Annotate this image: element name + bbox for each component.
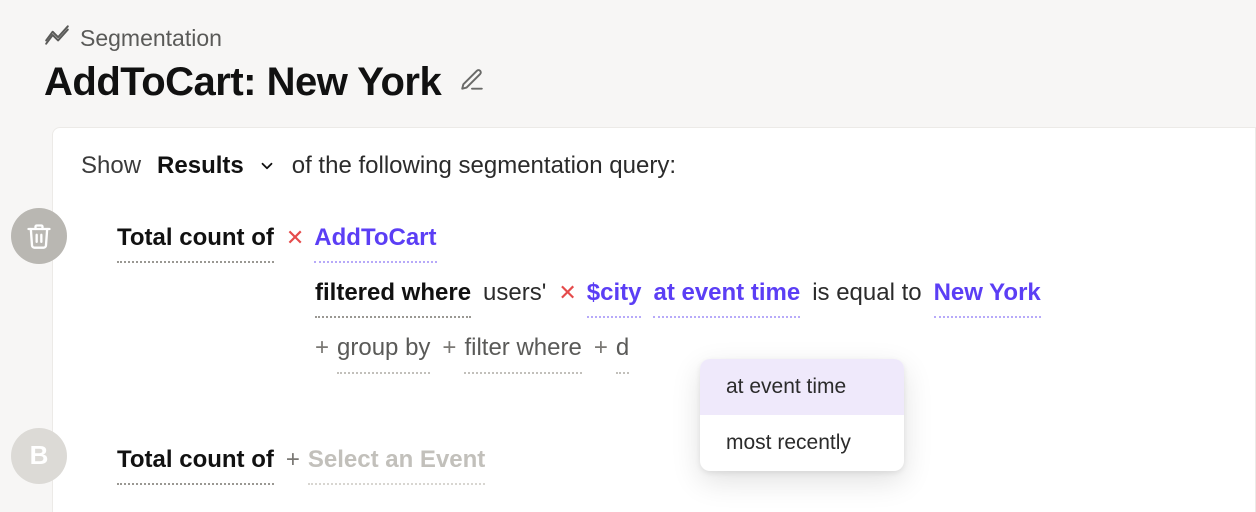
query-b: B Total count of + Select an Event <box>81 438 1227 485</box>
query-panel: Show Results of the following segmentati… <box>52 127 1256 512</box>
plus-icon: + <box>315 326 329 369</box>
remove-property-button[interactable]: ✕ <box>558 273 576 313</box>
dropdown-option-at-event-time[interactable]: at event time <box>700 359 904 415</box>
add-truncated-button[interactable]: d <box>616 326 629 373</box>
show-tail: of the following segmentation query: <box>292 152 676 180</box>
remove-event-button[interactable]: ✕ <box>286 218 304 258</box>
value-select[interactable]: New York <box>934 271 1041 318</box>
event-select[interactable]: AddToCart <box>314 216 436 263</box>
filtered-where-label[interactable]: filtered where <box>315 271 471 318</box>
chevron-down-icon <box>258 157 276 175</box>
add-filter-where-button[interactable]: filter where <box>464 326 581 373</box>
delete-query-a-button[interactable] <box>11 208 67 264</box>
breadcrumb[interactable]: Segmentation <box>44 22 1256 54</box>
results-select[interactable]: Results <box>157 152 276 180</box>
results-select-value: Results <box>157 152 244 180</box>
property-select[interactable]: $city <box>587 271 642 318</box>
comparator-label: is equal to <box>812 271 921 314</box>
query-b-badge: B <box>11 428 67 484</box>
breadcrumb-label: Segmentation <box>80 25 222 52</box>
plus-icon: + <box>594 326 608 369</box>
plus-icon: + <box>286 438 300 481</box>
plus-icon: + <box>442 326 456 369</box>
time-scope-dropdown: at event time most recently <box>700 359 904 471</box>
metric-select-b[interactable]: Total count of <box>117 438 274 485</box>
users-label: users' <box>483 271 546 314</box>
dropdown-option-most-recently[interactable]: most recently <box>700 415 904 471</box>
page-title: AddToCart: New York <box>44 60 441 105</box>
add-group-by-button[interactable]: group by <box>337 326 430 373</box>
metric-select[interactable]: Total count of <box>117 216 274 263</box>
select-event-placeholder[interactable]: Select an Event <box>308 438 485 485</box>
edit-title-button[interactable] <box>459 67 485 98</box>
segmentation-icon <box>44 22 70 54</box>
show-label: Show <box>81 152 141 180</box>
time-scope-select[interactable]: at event time <box>653 271 800 318</box>
query-a: Total count of ✕ AddToCart filtered wher… <box>81 216 1227 374</box>
